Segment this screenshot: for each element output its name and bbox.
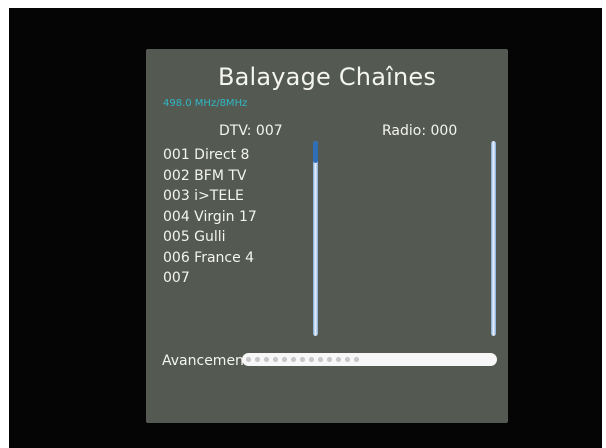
channel-item: 006 France 4 — [163, 249, 255, 266]
radio-count: Radio: 000 — [382, 123, 458, 139]
dialog-title: Balayage Chaînes — [217, 63, 437, 91]
dtv-channel-list: 001 Direct 8 002 BFM TV 003 i>TELE 004 V… — [163, 145, 257, 289]
channel-item: 002 BFM TV — [163, 167, 247, 184]
channel-item: 005 Gulli — [163, 229, 226, 245]
scan-progress-bar — [242, 353, 497, 366]
dtv-list-scrollbar[interactable] — [313, 141, 318, 336]
radio-list-scrollbar[interactable] — [491, 141, 496, 336]
dtv-count: DTV: 007 — [219, 123, 283, 139]
dtv-scrollbar-thumb[interactable] — [313, 141, 318, 163]
channel-scan-dialog: Balayage Chaînes 498.0 MHz/8MHz DTV: 007… — [146, 49, 508, 423]
channel-item: 001 Direct 8 — [163, 147, 250, 163]
progress-label: Avancement — [162, 353, 250, 369]
channel-item: 003 i>TELE — [163, 188, 244, 204]
frequency-readout: 498.0 MHz/8MHz — [163, 98, 248, 109]
tv-screen: Balayage Chaînes 498.0 MHz/8MHz DTV: 007… — [9, 8, 602, 448]
channel-item: 007 — [163, 270, 190, 286]
scan-progress-fill — [245, 355, 362, 364]
channel-item: 004 Virgin 17 — [163, 208, 257, 225]
